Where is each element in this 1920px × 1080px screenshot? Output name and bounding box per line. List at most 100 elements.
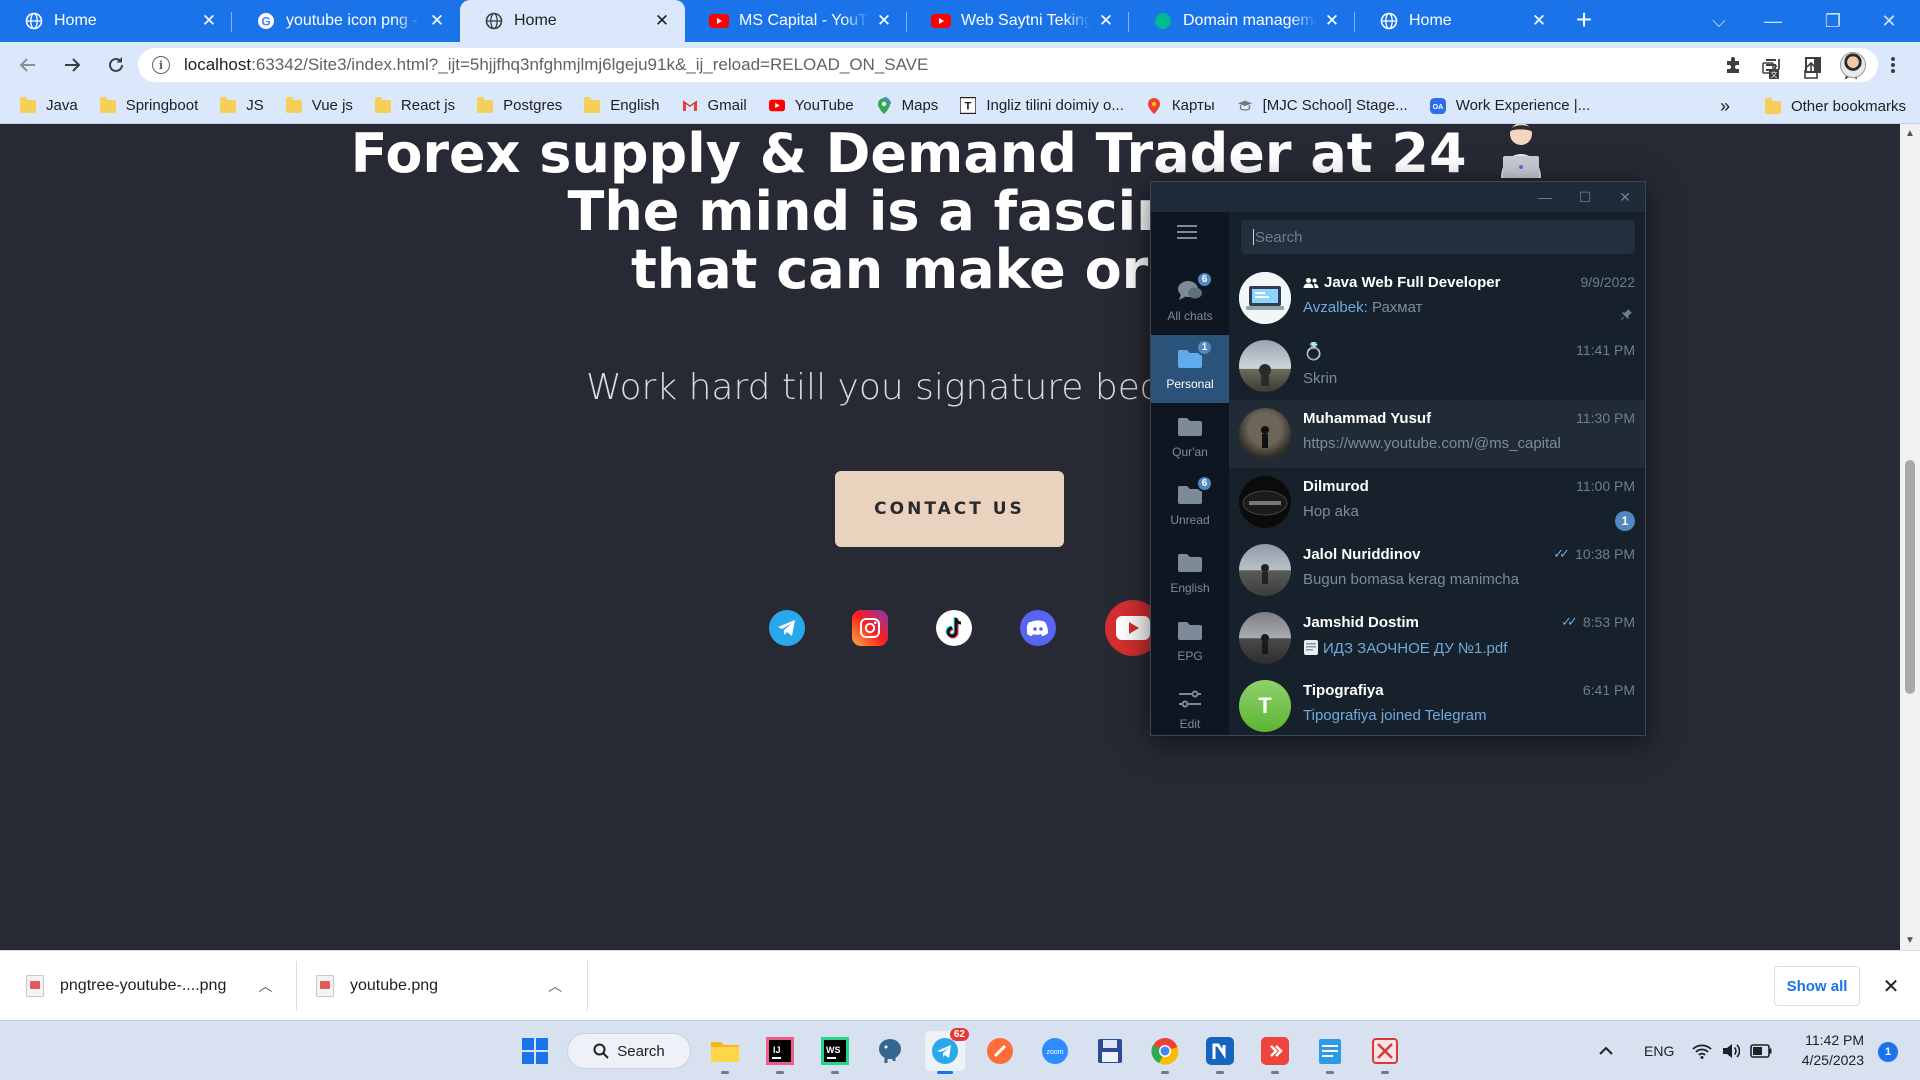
close-tab-icon[interactable]: ✕	[1530, 12, 1548, 30]
more-menu-icon[interactable]	[1876, 48, 1910, 82]
tab-home-1[interactable]: Home ✕	[0, 0, 232, 42]
tab-search-icon[interactable]: ⌵	[1698, 0, 1740, 42]
notion-n-icon[interactable]	[1200, 1031, 1240, 1074]
folder-personal[interactable]: 1 Personal	[1151, 335, 1229, 403]
page-scrollbar[interactable]: ▲ ▼	[1900, 124, 1920, 950]
tab-ms-capital[interactable]: MS Capital - YouTube ✕	[685, 0, 907, 42]
bookmark-youtube[interactable]: YouTube	[768, 97, 854, 114]
profile-avatar[interactable]	[1836, 48, 1870, 82]
folder-all-chats[interactable]: 6 All chats	[1151, 267, 1229, 335]
intellij-icon[interactable]: IJ	[760, 1031, 800, 1074]
download-item[interactable]: youtube.png ︿	[316, 951, 562, 1021]
discord-icon[interactable]	[1020, 610, 1056, 646]
save-disk-icon[interactable]	[1090, 1031, 1130, 1071]
telegram-taskbar-icon[interactable]: 62	[925, 1028, 969, 1074]
bookmark-postgres[interactable]: Postgres	[477, 97, 562, 114]
telegram-minimize-icon[interactable]: —	[1525, 182, 1565, 212]
close-downloads-icon[interactable]: ✕	[1876, 971, 1906, 1001]
hamburger-menu-icon[interactable]	[1176, 224, 1198, 245]
scroll-up-icon[interactable]: ▲	[1905, 128, 1915, 139]
system-tray[interactable]	[1692, 1021, 1772, 1080]
close-tab-icon[interactable]: ✕	[653, 12, 671, 30]
chat-muhammad-yusuf[interactable]: Muhammad Yusuf 11:30 PM https://www.yout…	[1229, 400, 1645, 468]
postgresql-icon[interactable]	[870, 1031, 910, 1071]
bookmark-springboot[interactable]: Springboot	[99, 97, 198, 114]
tab-web-sayt[interactable]: Web Saytni Tekinga Ho' ✕	[907, 0, 1129, 42]
side-panel-icon[interactable]	[1796, 48, 1830, 82]
notepad-icon[interactable]	[1310, 1031, 1350, 1074]
anydesk-icon[interactable]	[1255, 1031, 1295, 1074]
taskbar-clock[interactable]: 11:42 PM 4/25/2023	[1802, 1030, 1864, 1070]
chrome-icon[interactable]	[1145, 1031, 1185, 1074]
webstorm-icon[interactable]: WS	[815, 1031, 855, 1074]
minimize-icon[interactable]: —	[1752, 0, 1794, 42]
telegram-icon[interactable]	[769, 610, 805, 646]
site-info-icon[interactable]: i	[152, 56, 170, 74]
bookmark-maps[interactable]: Maps	[876, 96, 938, 114]
bookmark-ingliz-tilini[interactable]: T Ingliz tilini doimiy o...	[960, 97, 1124, 114]
scroll-down-icon[interactable]: ▼	[1905, 935, 1915, 946]
chat-tipografiya[interactable]: T Tipografiya 6:41 PM Tipografiya joined…	[1229, 672, 1645, 740]
show-hidden-icons[interactable]	[1598, 1021, 1614, 1080]
tab-domain-management[interactable]: Domain management ✕	[1129, 0, 1355, 42]
language-indicator[interactable]: ENG	[1644, 1021, 1674, 1080]
taskbar-search[interactable]: Search	[567, 1033, 691, 1069]
bookmark-js[interactable]: JS	[220, 97, 264, 114]
close-tab-icon[interactable]: ✕	[1323, 12, 1341, 30]
tiktok-icon[interactable]	[936, 610, 972, 646]
telegram-maximize-icon[interactable]: ☐	[1565, 182, 1605, 212]
telegram-close-icon[interactable]: ✕	[1605, 182, 1645, 212]
close-tab-icon[interactable]: ✕	[428, 12, 446, 30]
tab-home-active[interactable]: Home ✕	[460, 0, 685, 42]
file-explorer-icon[interactable]	[705, 1031, 745, 1074]
close-tab-icon[interactable]: ✕	[875, 12, 893, 30]
chat-jamshid-dostim[interactable]: Jamshid Dostim ✓✓ 8:53 PM ИДЗ ЗАОЧНОЕ ДУ …	[1229, 604, 1645, 672]
close-tab-icon[interactable]: ✕	[1097, 12, 1115, 30]
instagram-icon[interactable]	[852, 610, 888, 646]
scrollbar-thumb[interactable]	[1905, 460, 1915, 694]
bookmark-work-experience[interactable]: OA Work Experience |...	[1429, 97, 1590, 114]
bookmark-english[interactable]: English	[584, 97, 660, 114]
bookmark-react-js[interactable]: React js	[374, 97, 455, 114]
reading-list-icon[interactable]	[1756, 48, 1790, 82]
reload-icon[interactable]	[96, 45, 136, 85]
folder-edit[interactable]: Edit	[1151, 675, 1229, 735]
windows-start-icon[interactable]	[515, 1031, 555, 1071]
folder-epg[interactable]: EPG	[1151, 607, 1229, 675]
show-all-button[interactable]: Show all	[1774, 966, 1860, 1006]
postman-icon[interactable]	[980, 1031, 1020, 1071]
chat-jalol-nuriddinov[interactable]: Jalol Nuriddinov ✓✓ 10:38 PM Bugun bomasa…	[1229, 536, 1645, 604]
folder-unread[interactable]: 6 Unread	[1151, 471, 1229, 539]
download-item[interactable]: pngtree-youtube-....png ︿	[26, 951, 272, 1021]
chat-skrin[interactable]: 💍 11:41 PM Skrin	[1229, 332, 1645, 400]
new-tab-button[interactable]: +	[1562, 0, 1606, 42]
chevron-up-icon[interactable]: ︿	[258, 976, 272, 996]
telegram-search-input[interactable]: Search	[1241, 220, 1635, 254]
folder-english[interactable]: English	[1151, 539, 1229, 607]
snipping-tool-icon[interactable]	[1365, 1031, 1405, 1074]
chevron-up-icon[interactable]: ︿	[548, 976, 562, 996]
bookmark-mjc-school[interactable]: [MJC School] Stage...	[1237, 97, 1408, 114]
bookmark-karty[interactable]: Карты	[1146, 97, 1215, 114]
chat-dilmurod[interactable]: Dilmurod 11:00 PM Hop aka 1	[1229, 468, 1645, 536]
close-window-icon[interactable]: ✕	[1868, 0, 1910, 42]
contact-us-button[interactable]: CONTACT US	[835, 471, 1064, 547]
back-icon[interactable]	[8, 45, 48, 85]
bookmark-gmail[interactable]: Gmail	[682, 97, 747, 114]
tab-title: Home	[514, 12, 557, 29]
folder-quran[interactable]: Qur'an	[1151, 403, 1229, 471]
notification-badge[interactable]: 1	[1878, 1042, 1898, 1062]
address-bar[interactable]: i localhost:63342/Site3/index.html?_ijt=…	[138, 48, 1878, 82]
tab-google-search[interactable]: G youtube icon png - Google Search ✕	[232, 0, 460, 42]
close-tab-icon[interactable]: ✕	[200, 12, 218, 30]
tab-home-2[interactable]: Home ✕	[1355, 0, 1562, 42]
extensions-icon[interactable]	[1716, 48, 1750, 82]
bookmark-vue-js[interactable]: Vue js	[285, 97, 353, 114]
bookmark-java[interactable]: Java	[20, 97, 78, 114]
more-bookmarks-icon[interactable]: »	[1720, 88, 1730, 124]
zoom-icon[interactable]: zoom	[1035, 1031, 1075, 1071]
other-bookmarks[interactable]: Other bookmarks	[1764, 88, 1906, 124]
forward-icon[interactable]	[52, 45, 92, 85]
chat-java-web-full-developer[interactable]: Java Web Full Developer 9/9/2022 Avzalbe…	[1229, 264, 1645, 332]
restore-icon[interactable]: ❐	[1812, 0, 1854, 42]
